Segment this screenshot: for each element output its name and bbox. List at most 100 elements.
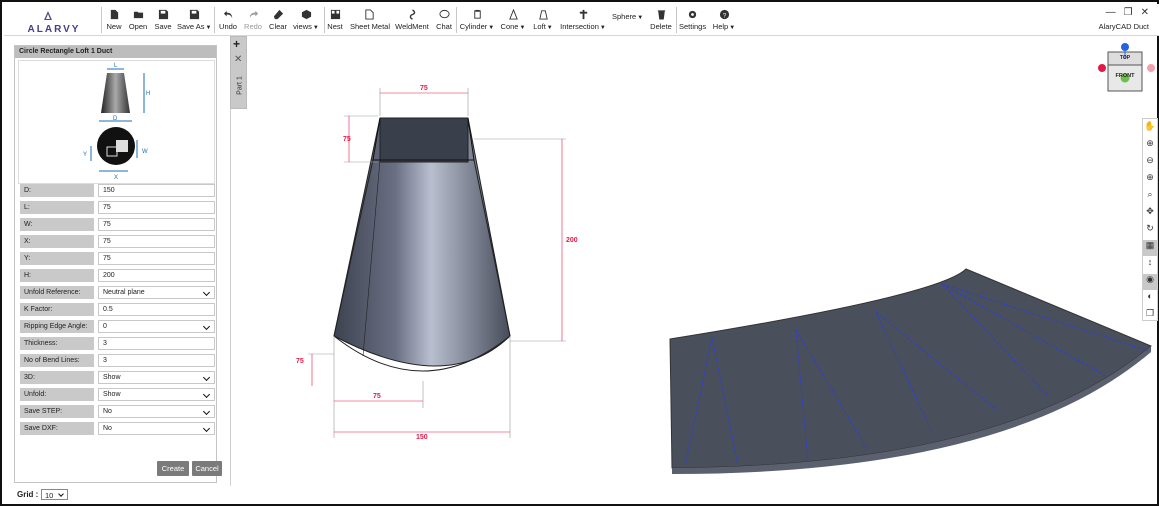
toolbar-separator xyxy=(324,7,325,33)
redo-button[interactable]: Redo xyxy=(243,7,263,35)
loft-button[interactable]: Loft▼ xyxy=(532,7,554,35)
dim-top-width: 75 xyxy=(420,85,428,92)
pan-hand-icon[interactable]: ✋ xyxy=(1143,121,1157,137)
3d-select[interactable]: Show xyxy=(98,371,215,384)
duct-3d-model xyxy=(333,117,511,372)
toolbar-separator xyxy=(101,7,102,33)
svg-text:?: ? xyxy=(722,12,726,19)
views-button[interactable]: views▼ xyxy=(293,7,319,35)
field-x: X: 75 xyxy=(20,235,216,248)
eye-icon[interactable]: ◉ xyxy=(1143,274,1157,290)
restore-icon[interactable]: ❐ xyxy=(1124,7,1133,18)
l-input[interactable]: 75 xyxy=(98,201,215,214)
new-button[interactable]: New xyxy=(105,7,123,35)
w-input[interactable]: 75 xyxy=(98,218,215,231)
field-h: H: 200 xyxy=(20,269,216,282)
dim-bottom-x: 75 xyxy=(373,393,381,400)
clear-button[interactable]: Clear xyxy=(268,7,288,35)
minimize-icon[interactable]: — xyxy=(1106,7,1116,18)
create-button[interactable]: Create xyxy=(157,461,189,476)
toolbar-separator xyxy=(214,7,215,33)
delete-button[interactable]: Delete xyxy=(650,7,672,35)
y-input[interactable]: 75 xyxy=(98,252,215,265)
cancel-button[interactable]: Cancel xyxy=(192,461,222,476)
weld-icon xyxy=(409,9,415,20)
floppy-icon xyxy=(158,9,168,20)
zoom-fit-icon[interactable]: ⊕ xyxy=(1143,172,1157,188)
open-button[interactable]: Open xyxy=(128,7,148,35)
field-k-factor: K Factor: 0.5 xyxy=(20,303,216,316)
field-label: Unfold Reference: xyxy=(20,286,94,299)
settings-button[interactable]: Settings xyxy=(679,7,706,35)
move-icon[interactable]: ✥ xyxy=(1143,206,1157,222)
field-label: K Factor: xyxy=(20,303,94,316)
floppy-icon xyxy=(189,9,199,20)
dim-top-height: 75 xyxy=(343,136,351,143)
3d-viewport[interactable]: 75 75 200 75 75 150 xyxy=(248,36,1158,486)
app-window: ALARVY New Open Save Save As▼ Undo Redo … xyxy=(0,0,1159,506)
add-part-icon[interactable]: + xyxy=(233,37,240,51)
k-factor-input[interactable]: 0.5 xyxy=(98,303,215,316)
save-as-button[interactable]: Save As▼ xyxy=(177,7,211,35)
rotate-icon[interactable]: ↻ xyxy=(1143,223,1157,239)
grid-icon[interactable]: ▦ xyxy=(1143,240,1157,256)
field-label: Y: xyxy=(20,252,94,265)
chat-icon xyxy=(438,9,450,19)
panel-title: Circle Rectangle Loft 1 Duct xyxy=(15,46,216,58)
unfolded-flat-pattern xyxy=(669,268,1152,474)
help-button[interactable]: ? Help▼ xyxy=(712,7,736,35)
axis-icon[interactable]: ↕ xyxy=(1143,257,1157,273)
svg-text:W: W xyxy=(142,149,148,155)
chat-button[interactable]: Chat xyxy=(435,7,453,35)
ripping-edge-angle-select[interactable]: 0 xyxy=(98,320,215,333)
zoom-window-icon[interactable]: ⌕ xyxy=(1143,189,1157,205)
zoom-out-icon[interactable]: ⊖ xyxy=(1143,155,1157,171)
field-d: D: 150 xyxy=(20,184,216,197)
svg-text:H: H xyxy=(146,91,150,97)
bend-lines-input[interactable]: 3 xyxy=(98,354,215,367)
app-title: AlaryCAD Duct xyxy=(1098,22,1149,31)
sheet-icon xyxy=(364,9,374,20)
layers-icon[interactable]: ❐ xyxy=(1143,308,1157,324)
thickness-input[interactable]: 3 xyxy=(98,337,215,350)
contrast-icon[interactable]: ◐ xyxy=(1143,291,1157,307)
weldment-button[interactable]: WeldMent xyxy=(395,7,429,35)
view-toolbar: ✋ ⊕ ⊖ ⊕ ⌕ ✥ ↻ ▦ ↕ ◉ ◐ ❐ xyxy=(1142,118,1158,321)
unfold-reference-select[interactable]: Neutral plane xyxy=(98,286,215,299)
cylinder-button[interactable]: Cylinder▼ xyxy=(459,7,495,35)
field-label: Unfold: xyxy=(20,388,94,401)
toolbar-separator xyxy=(676,7,677,33)
svg-text:L: L xyxy=(114,63,118,69)
field-bend-lines: No of Bend Lines: 3 xyxy=(20,354,216,367)
sheet-metal-button[interactable]: Sheet Metal xyxy=(350,7,390,35)
field-label: Save DXF: xyxy=(20,422,94,435)
nest-button[interactable]: Nest xyxy=(327,7,343,35)
redo-icon xyxy=(249,10,258,19)
x-input[interactable]: 75 xyxy=(98,235,215,248)
close-icon[interactable]: ✕ xyxy=(1141,7,1149,18)
grid-select[interactable]: 10 xyxy=(41,489,68,500)
h-input[interactable]: 200 xyxy=(98,269,215,282)
dim-bottom-offset: 75 xyxy=(296,358,304,365)
cube-top-label: TOP xyxy=(1120,55,1131,61)
save-button[interactable]: Save xyxy=(154,7,172,35)
close-part-icon[interactable]: ✕ xyxy=(234,54,242,65)
zoom-in-icon[interactable]: ⊕ xyxy=(1143,138,1157,154)
field-label: Save STEP: xyxy=(20,405,94,418)
field-label: X: xyxy=(20,235,94,248)
field-save-dxf: Save DXF: No xyxy=(20,422,216,435)
dim-bottom-width: 150 xyxy=(416,434,428,441)
field-w: W: 75 xyxy=(20,218,216,231)
intersection-button[interactable]: Intersection▼ xyxy=(560,7,606,35)
save-dxf-select[interactable]: No xyxy=(98,422,215,435)
undo-button[interactable]: Undo xyxy=(218,7,238,35)
grid-label: Grid : xyxy=(17,490,39,499)
view-cube[interactable]: TOP FRONT xyxy=(1096,39,1156,97)
svg-text:D: D xyxy=(113,116,118,122)
save-step-select[interactable]: No xyxy=(98,405,215,418)
d-input[interactable]: 150 xyxy=(98,184,215,197)
trash-icon xyxy=(657,10,665,20)
unfold-select[interactable]: Show xyxy=(98,388,215,401)
field-label: Ripping Edge Angle: xyxy=(20,320,94,333)
cone-button[interactable]: Cone▼ xyxy=(500,7,526,35)
